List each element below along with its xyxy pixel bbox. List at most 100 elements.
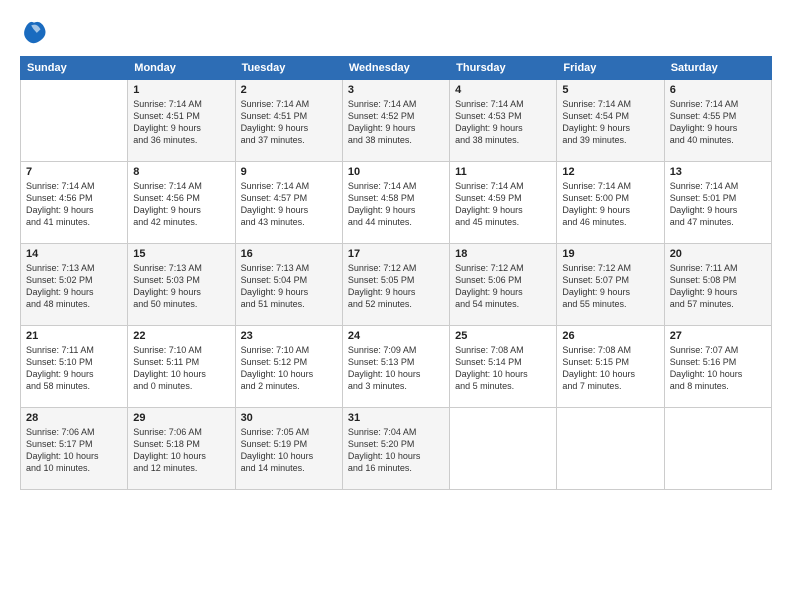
day-info: Sunrise: 7:13 AMSunset: 5:04 PMDaylight:… bbox=[241, 262, 337, 311]
day-number: 13 bbox=[670, 166, 766, 178]
calendar-cell: 21Sunrise: 7:11 AMSunset: 5:10 PMDayligh… bbox=[21, 326, 128, 408]
calendar-cell: 3 Sunrise: 7:14 AMSunset: 4:52 PMDaylight… bbox=[342, 80, 449, 162]
calendar-header: SundayMondayTuesdayWednesdayThursdayFrid… bbox=[21, 57, 772, 80]
day-info: Sunrise: 7:12 AMSunset: 5:07 PMDaylight:… bbox=[562, 262, 658, 311]
day-number: 10 bbox=[348, 166, 444, 178]
weekday-header-sunday: Sunday bbox=[21, 57, 128, 80]
day-number: 18 bbox=[455, 248, 551, 260]
day-number: 6 bbox=[670, 84, 766, 96]
week-row-1: 1 Sunrise: 7:14 AMSunset: 4:51 PMDaylight… bbox=[21, 80, 772, 162]
day-number: 26 bbox=[562, 330, 658, 342]
day-number: 28 bbox=[26, 412, 122, 424]
day-info: Sunrise: 7:14 AMSunset: 4:55 PMDaylight:… bbox=[670, 98, 766, 147]
weekday-header-friday: Friday bbox=[557, 57, 664, 80]
day-number: 7 bbox=[26, 166, 122, 178]
day-info: Sunrise: 7:14 AMSunset: 4:52 PMDaylight:… bbox=[348, 98, 444, 147]
day-info: Sunrise: 7:14 AMSunset: 4:54 PMDaylight:… bbox=[562, 98, 658, 147]
day-info: Sunrise: 7:06 AMSunset: 5:17 PMDaylight:… bbox=[26, 426, 122, 475]
day-info: Sunrise: 7:14 AMSunset: 4:56 PMDaylight:… bbox=[133, 180, 229, 229]
day-number: 3 bbox=[348, 84, 444, 96]
day-number: 8 bbox=[133, 166, 229, 178]
calendar-cell: 22 Sunrise: 7:10 AMSunset: 5:11 PMDayligh… bbox=[128, 326, 235, 408]
day-number: 30 bbox=[241, 412, 337, 424]
day-number: 9 bbox=[241, 166, 337, 178]
day-number: 20 bbox=[670, 248, 766, 260]
calendar-cell: 15Sunrise: 7:13 AMSunset: 5:03 PMDayligh… bbox=[128, 244, 235, 326]
day-info: Sunrise: 7:14 AMSunset: 5:01 PMDaylight:… bbox=[670, 180, 766, 229]
day-info: Sunrise: 7:14 AMSunset: 4:56 PMDaylight:… bbox=[26, 180, 122, 229]
day-number: 15 bbox=[133, 248, 229, 260]
day-info: Sunrise: 7:14 AMSunset: 4:58 PMDaylight:… bbox=[348, 180, 444, 229]
day-info: Sunrise: 7:14 AMSunset: 5:00 PMDaylight:… bbox=[562, 180, 658, 229]
day-info: Sunrise: 7:08 AMSunset: 5:15 PMDaylight:… bbox=[562, 344, 658, 393]
calendar-cell: 13 Sunrise: 7:14 AMSunset: 5:01 PMDayligh… bbox=[664, 162, 771, 244]
calendar-cell: 1 Sunrise: 7:14 AMSunset: 4:51 PMDaylight… bbox=[128, 80, 235, 162]
calendar-cell: 24 Sunrise: 7:09 AMSunset: 5:13 PMDayligh… bbox=[342, 326, 449, 408]
calendar-cell: 23Sunrise: 7:10 AMSunset: 5:12 PMDayligh… bbox=[235, 326, 342, 408]
day-info: Sunrise: 7:06 AMSunset: 5:18 PMDaylight:… bbox=[133, 426, 229, 475]
calendar-cell: 2Sunrise: 7:14 AMSunset: 4:51 PMDaylight… bbox=[235, 80, 342, 162]
day-info: Sunrise: 7:14 AMSunset: 4:57 PMDaylight:… bbox=[241, 180, 337, 229]
calendar-cell: 4 Sunrise: 7:14 AMSunset: 4:53 PMDaylight… bbox=[450, 80, 557, 162]
calendar-cell: 10 Sunrise: 7:14 AMSunset: 4:58 PMDayligh… bbox=[342, 162, 449, 244]
week-row-4: 21Sunrise: 7:11 AMSunset: 5:10 PMDayligh… bbox=[21, 326, 772, 408]
calendar-cell: 25Sunrise: 7:08 AMSunset: 5:14 PMDayligh… bbox=[450, 326, 557, 408]
calendar-cell bbox=[450, 408, 557, 490]
day-info: Sunrise: 7:09 AMSunset: 5:13 PMDaylight:… bbox=[348, 344, 444, 393]
day-info: Sunrise: 7:14 AMSunset: 4:59 PMDaylight:… bbox=[455, 180, 551, 229]
day-info: Sunrise: 7:14 AMSunset: 4:53 PMDaylight:… bbox=[455, 98, 551, 147]
calendar-cell: 12 Sunrise: 7:14 AMSunset: 5:00 PMDayligh… bbox=[557, 162, 664, 244]
calendar-body: 1 Sunrise: 7:14 AMSunset: 4:51 PMDaylight… bbox=[21, 80, 772, 490]
calendar-cell: 31 Sunrise: 7:04 AMSunset: 5:20 PMDayligh… bbox=[342, 408, 449, 490]
day-number: 4 bbox=[455, 84, 551, 96]
day-info: Sunrise: 7:14 AMSunset: 4:51 PMDaylight:… bbox=[133, 98, 229, 147]
header bbox=[20, 18, 772, 46]
day-number: 14 bbox=[26, 248, 122, 260]
calendar-cell: 26 Sunrise: 7:08 AMSunset: 5:15 PMDayligh… bbox=[557, 326, 664, 408]
day-number: 16 bbox=[241, 248, 337, 260]
page: SundayMondayTuesdayWednesdayThursdayFrid… bbox=[0, 0, 792, 612]
day-number: 29 bbox=[133, 412, 229, 424]
week-row-3: 14 Sunrise: 7:13 AMSunset: 5:02 PMDayligh… bbox=[21, 244, 772, 326]
calendar-cell: 16 Sunrise: 7:13 AMSunset: 5:04 PMDayligh… bbox=[235, 244, 342, 326]
calendar-cell: 28 Sunrise: 7:06 AMSunset: 5:17 PMDayligh… bbox=[21, 408, 128, 490]
weekday-header-tuesday: Tuesday bbox=[235, 57, 342, 80]
day-info: Sunrise: 7:11 AMSunset: 5:10 PMDaylight:… bbox=[26, 344, 122, 393]
day-number: 1 bbox=[133, 84, 229, 96]
day-number: 22 bbox=[133, 330, 229, 342]
calendar-cell: 7 Sunrise: 7:14 AMSunset: 4:56 PMDaylight… bbox=[21, 162, 128, 244]
day-number: 17 bbox=[348, 248, 444, 260]
week-row-2: 7 Sunrise: 7:14 AMSunset: 4:56 PMDaylight… bbox=[21, 162, 772, 244]
day-number: 19 bbox=[562, 248, 658, 260]
day-number: 12 bbox=[562, 166, 658, 178]
calendar-cell: 29 Sunrise: 7:06 AMSunset: 5:18 PMDayligh… bbox=[128, 408, 235, 490]
day-info: Sunrise: 7:13 AMSunset: 5:02 PMDaylight:… bbox=[26, 262, 122, 311]
calendar-cell: 27Sunrise: 7:07 AMSunset: 5:16 PMDayligh… bbox=[664, 326, 771, 408]
day-number: 31 bbox=[348, 412, 444, 424]
weekday-header-saturday: Saturday bbox=[664, 57, 771, 80]
calendar-cell: 20Sunrise: 7:11 AMSunset: 5:08 PMDayligh… bbox=[664, 244, 771, 326]
calendar-cell bbox=[664, 408, 771, 490]
calendar-cell: 9 Sunrise: 7:14 AMSunset: 4:57 PMDaylight… bbox=[235, 162, 342, 244]
logo bbox=[20, 18, 52, 46]
calendar-cell: 30 Sunrise: 7:05 AMSunset: 5:19 PMDayligh… bbox=[235, 408, 342, 490]
day-number: 27 bbox=[670, 330, 766, 342]
calendar-cell bbox=[21, 80, 128, 162]
calendar-cell: 5Sunrise: 7:14 AMSunset: 4:54 PMDaylight… bbox=[557, 80, 664, 162]
logo-icon bbox=[20, 18, 48, 46]
calendar-table: SundayMondayTuesdayWednesdayThursdayFrid… bbox=[20, 56, 772, 490]
day-info: Sunrise: 7:04 AMSunset: 5:20 PMDaylight:… bbox=[348, 426, 444, 475]
day-number: 25 bbox=[455, 330, 551, 342]
day-info: Sunrise: 7:14 AMSunset: 4:51 PMDaylight:… bbox=[241, 98, 337, 147]
day-info: Sunrise: 7:10 AMSunset: 5:12 PMDaylight:… bbox=[241, 344, 337, 393]
day-info: Sunrise: 7:05 AMSunset: 5:19 PMDaylight:… bbox=[241, 426, 337, 475]
day-number: 24 bbox=[348, 330, 444, 342]
calendar-cell: 8 Sunrise: 7:14 AMSunset: 4:56 PMDaylight… bbox=[128, 162, 235, 244]
weekday-header-monday: Monday bbox=[128, 57, 235, 80]
calendar-cell: 11Sunrise: 7:14 AMSunset: 4:59 PMDayligh… bbox=[450, 162, 557, 244]
weekday-header-wednesday: Wednesday bbox=[342, 57, 449, 80]
day-info: Sunrise: 7:12 AMSunset: 5:05 PMDaylight:… bbox=[348, 262, 444, 311]
day-info: Sunrise: 7:12 AMSunset: 5:06 PMDaylight:… bbox=[455, 262, 551, 311]
day-info: Sunrise: 7:10 AMSunset: 5:11 PMDaylight:… bbox=[133, 344, 229, 393]
calendar-cell: 19 Sunrise: 7:12 AMSunset: 5:07 PMDayligh… bbox=[557, 244, 664, 326]
